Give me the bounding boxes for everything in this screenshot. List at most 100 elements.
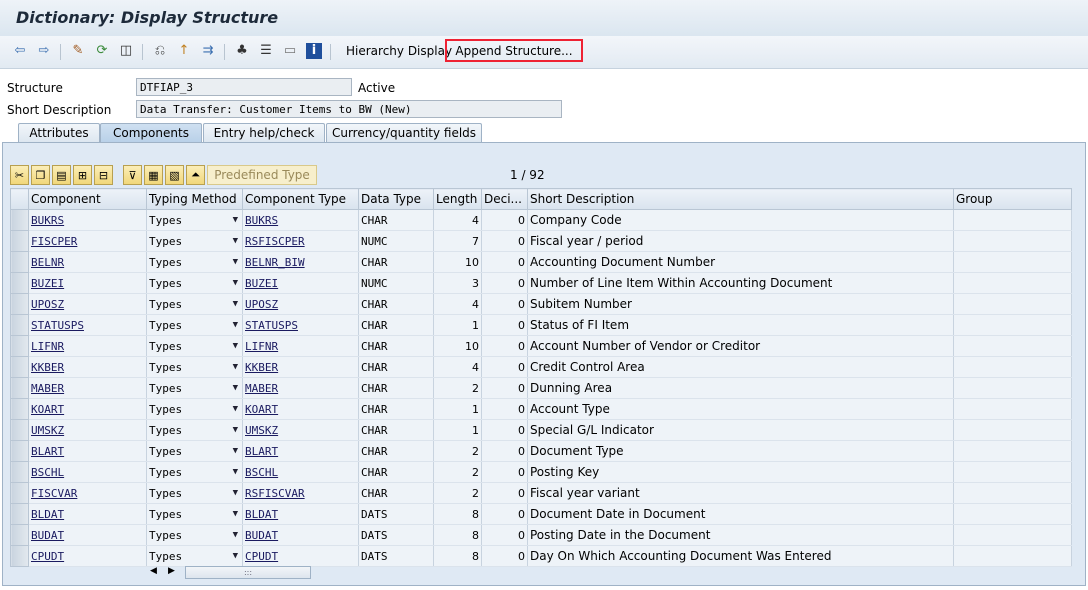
row-selector[interactable] <box>10 230 29 252</box>
component-type-cell[interactable]: LIFNR <box>242 335 359 357</box>
predefined-type-button[interactable]: Predefined Type <box>207 165 317 185</box>
hierarchy-icon[interactable]: ♣ <box>234 43 250 59</box>
component-type-cell[interactable]: BUDAT <box>242 524 359 546</box>
row-selector[interactable] <box>10 251 29 273</box>
row-selector[interactable] <box>10 545 29 567</box>
column-header-decimal-places[interactable]: Deci... <box>481 188 528 210</box>
info-icon[interactable]: i <box>306 43 322 59</box>
table-row[interactable]: UMSKZ Types ▼ UMSKZ CHAR 1 0 Special G/L Indica… <box>10 419 1072 441</box>
component-type-cell[interactable]: RSFISCPER <box>242 230 359 252</box>
dropdown-arrow-icon[interactable]: ▼ <box>233 278 238 288</box>
other-object-icon[interactable]: ⟳ <box>94 43 110 59</box>
typing-method-cell[interactable]: Types ▼ <box>146 251 243 273</box>
short-description-field[interactable]: Data Transfer: Customer Items to BW (New… <box>136 100 562 118</box>
component-cell[interactable]: STATUSPS <box>28 314 147 336</box>
component-type-cell[interactable]: BLDAT <box>242 503 359 525</box>
typing-method-cell[interactable]: Types ▼ <box>146 419 243 441</box>
row-selector[interactable] <box>10 335 29 357</box>
component-cell[interactable]: UPOSZ <box>28 293 147 315</box>
dropdown-arrow-icon[interactable]: ▼ <box>233 341 238 351</box>
typing-method-cell[interactable]: Types ▼ <box>146 503 243 525</box>
row-selector[interactable] <box>10 419 29 441</box>
table-row[interactable]: BLART Types ▼ BLART CHAR 2 0 Document Type <box>10 440 1072 462</box>
typing-method-cell[interactable]: Types ▼ <box>146 524 243 546</box>
component-cell[interactable]: MABER <box>28 377 147 399</box>
row-selector[interactable] <box>10 503 29 525</box>
check-icon[interactable]: ◫ <box>118 43 134 59</box>
display-icon[interactable]: ▭ <box>282 43 298 59</box>
print-icon[interactable]: ☰ <box>258 43 274 59</box>
dropdown-arrow-icon[interactable]: ▼ <box>233 425 238 435</box>
scroll-left-icon[interactable]: ◀ <box>150 566 157 576</box>
component-type-cell[interactable]: BUZEI <box>242 272 359 294</box>
component-cell[interactable]: BLDAT <box>28 503 147 525</box>
select-all-header[interactable] <box>10 188 29 210</box>
column-header-short-description[interactable]: Short Description <box>527 188 954 210</box>
table-row[interactable]: FISCVAR Types ▼ RSFISCVAR CHAR 2 0 Fiscal year … <box>10 482 1072 504</box>
append-structure-button[interactable]: Append Structure... <box>445 39 583 62</box>
tab-entry-help-check[interactable]: Entry help/check <box>203 123 325 142</box>
table-row[interactable]: KOART Types ▼ KOART CHAR 1 0 Account Type <box>10 398 1072 420</box>
column-header-component-type[interactable]: Component Type <box>242 188 359 210</box>
component-cell[interactable]: FISCVAR <box>28 482 147 504</box>
component-type-cell[interactable]: KOART <box>242 398 359 420</box>
row-selector[interactable] <box>10 209 29 231</box>
details-icon[interactable]: ▧ <box>165 165 184 185</box>
table-row[interactable]: CPUDT Types ▼ CPUDT DATS 8 0 Day On Which Accou… <box>10 545 1072 567</box>
component-cell[interactable]: BLART <box>28 440 147 462</box>
row-selector[interactable] <box>10 377 29 399</box>
typing-method-cell[interactable]: Types ▼ <box>146 335 243 357</box>
component-cell[interactable]: CPUDT <box>28 545 147 567</box>
component-cell[interactable]: BSCHL <box>28 461 147 483</box>
copy-icon[interactable]: ❐ <box>31 165 50 185</box>
component-type-cell[interactable]: BELNR_BIW <box>242 251 359 273</box>
component-cell[interactable]: LIFNR <box>28 335 147 357</box>
display-object-list-icon[interactable]: ⇉ <box>200 43 216 59</box>
dropdown-arrow-icon[interactable]: ▼ <box>233 362 238 372</box>
component-type-cell[interactable]: RSFISCVAR <box>242 482 359 504</box>
component-cell[interactable]: BUKRS <box>28 209 147 231</box>
dropdown-arrow-icon[interactable]: ▼ <box>233 320 238 330</box>
hierarchy-display-button[interactable]: Hierarchy Display <box>346 44 452 58</box>
component-cell[interactable]: UMSKZ <box>28 419 147 441</box>
typing-method-cell[interactable]: Types ▼ <box>146 209 243 231</box>
tab-components[interactable]: Components <box>100 123 202 143</box>
typing-method-cell[interactable]: Types ▼ <box>146 314 243 336</box>
column-header-group[interactable]: Group <box>953 188 1072 210</box>
tab-currency-quantity-fields[interactable]: Currency/quantity fields <box>326 123 482 142</box>
component-cell[interactable]: KKBER <box>28 356 147 378</box>
component-type-cell[interactable]: BLART <box>242 440 359 462</box>
row-selector[interactable] <box>10 356 29 378</box>
typing-method-cell[interactable]: Types ▼ <box>146 482 243 504</box>
activate-icon[interactable]: ⎌ <box>152 43 168 59</box>
dropdown-arrow-icon[interactable]: ▼ <box>233 236 238 246</box>
cut-icon[interactable]: ✂ <box>10 165 29 185</box>
row-selector[interactable] <box>10 398 29 420</box>
row-selector[interactable] <box>10 482 29 504</box>
component-type-cell[interactable]: STATUSPS <box>242 314 359 336</box>
component-type-cell[interactable]: MABER <box>242 377 359 399</box>
component-type-cell[interactable]: CPUDT <box>242 545 359 567</box>
forward-icon[interactable]: ⇨ <box>36 43 52 59</box>
table-row[interactable]: BUKRS Types ▼ BUKRS CHAR 4 0 Company Code <box>10 209 1072 231</box>
dropdown-arrow-icon[interactable]: ▼ <box>233 404 238 414</box>
typing-method-cell[interactable]: Types ▼ <box>146 356 243 378</box>
table-row[interactable]: BLDAT Types ▼ BLDAT DATS 8 0 Document Date in D… <box>10 503 1072 525</box>
where-used-icon[interactable]: ↑ <box>176 43 192 59</box>
component-type-cell[interactable]: KKBER <box>242 356 359 378</box>
table-row[interactable]: BELNR Types ▼ BELNR_BIW CHAR 10 0 Accounting Do… <box>10 251 1072 273</box>
typing-method-cell[interactable]: Types ▼ <box>146 377 243 399</box>
row-selector[interactable] <box>10 440 29 462</box>
table-row[interactable]: KKBER Types ▼ KKBER CHAR 4 0 Credit Control Are… <box>10 356 1072 378</box>
table-row[interactable]: STATUSPS Types ▼ STATUSPS CHAR 1 0 Status of FI… <box>10 314 1072 336</box>
tab-attributes[interactable]: Attributes <box>18 123 100 142</box>
paste-icon[interactable]: ▤ <box>52 165 71 185</box>
table-row[interactable]: BUZEI Types ▼ BUZEI NUMC 3 0 Number of Line Ite… <box>10 272 1072 294</box>
dropdown-arrow-icon[interactable]: ▼ <box>233 530 238 540</box>
component-type-cell[interactable]: BUKRS <box>242 209 359 231</box>
component-cell[interactable]: KOART <box>28 398 147 420</box>
typing-method-cell[interactable]: Types ▼ <box>146 293 243 315</box>
sort-icon[interactable]: ⏶ <box>186 165 205 185</box>
delete-row-icon[interactable]: ⊟ <box>94 165 113 185</box>
typing-method-cell[interactable]: Types ▼ <box>146 398 243 420</box>
